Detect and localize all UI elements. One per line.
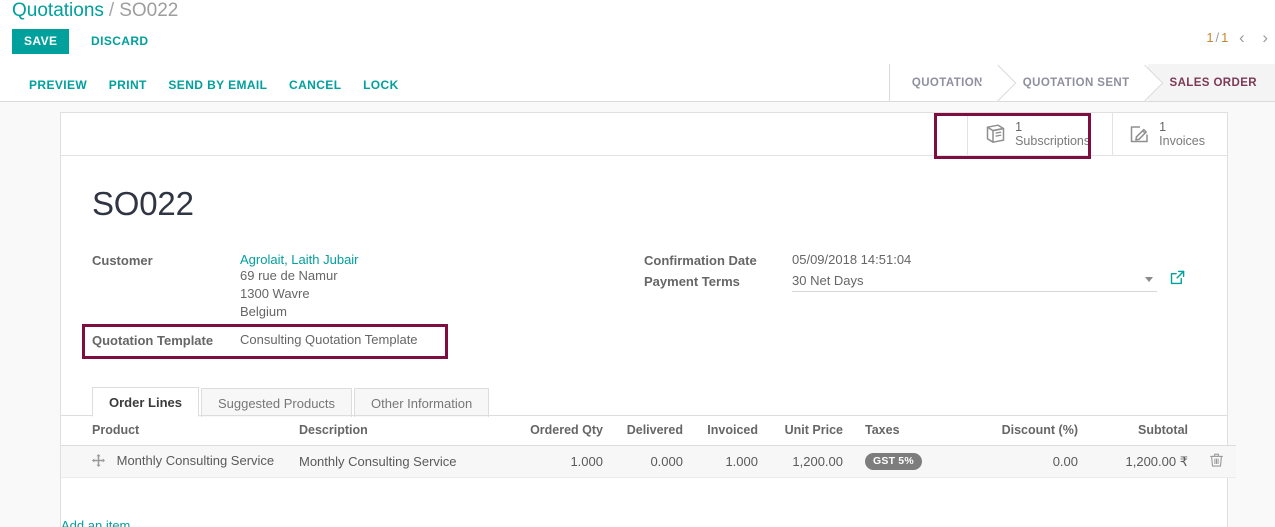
record-sheet: 1 Subscriptions 1 Invoices SO022 Custome… [60,112,1236,527]
field-customer: Customer Agrolait, Laith Jubair 69 rue d… [92,252,612,321]
payment-terms-input[interactable]: 30 Net Days [792,270,1185,292]
breadcrumb: Quotations / SO022 [12,0,178,22]
order-lines-panel: Product Description Ordered Qty Delivere… [61,416,1236,527]
confirmation-date-label: Confirmation Date [644,253,757,268]
column-header-delivered: Delivered [611,416,691,446]
cell-delivered[interactable]: 0.000 [611,445,691,478]
column-header-subtotal: Subtotal [1086,416,1196,446]
control-bar-actions: PREVIEW PRINT SEND BY EMAIL CANCEL LOCK [20,75,408,95]
chevron-down-icon[interactable] [1145,277,1153,282]
cell-invoiced[interactable]: 1.000 [691,445,766,478]
save-button[interactable]: SAVE [12,29,70,54]
column-header-actions [1196,416,1236,446]
quotation-template-label: Quotation Template [92,333,214,348]
field-group-right: Confirmation Date 05/09/2018 14:51:04 Pa… [644,252,1189,296]
customer-address-line-3: Belgium [240,304,287,319]
stage-sales-order[interactable]: SALES ORDER [1147,64,1275,101]
cell-subtotal: 1,200.00 ₹ [1086,445,1196,478]
confirmation-date-value: 05/09/2018 14:51:04 [792,252,912,267]
customer-address-line-2: 1300 Wavre [240,286,310,301]
table-row[interactable]: Monthly Consulting Service Monthly Consu… [61,445,1236,478]
cell-product[interactable]: Monthly Consulting Service [61,445,291,478]
customer-label: Customer [92,253,153,268]
column-header-unit-price: Unit Price [766,416,851,446]
stat-subscriptions-text: 1 Subscriptions [1015,120,1090,149]
pager-next-icon[interactable]: › [1255,28,1275,48]
external-link-icon[interactable] [1170,270,1185,288]
pager-previous-icon[interactable]: ‹ [1232,28,1252,48]
tab-other-information[interactable]: Other Information [354,388,490,417]
cell-product-text: Monthly Consulting Service [116,453,275,468]
payment-terms-value: 30 Net Days [792,273,864,288]
stat-button-invoices[interactable]: 1 Invoices [1112,113,1227,155]
stage-quotation[interactable]: QUOTATION [889,64,1001,101]
pager-separator: / [1215,30,1220,45]
move-handle-icon[interactable] [92,454,105,470]
column-header-taxes: Taxes [851,416,981,446]
cell-ordered-qty[interactable]: 1.000 [506,445,611,478]
add-an-item-link[interactable]: Add an item [30,510,161,527]
cell-description[interactable]: Monthly Consulting Service [291,445,506,478]
lock-button[interactable]: LOCK [354,75,408,95]
pager-total: 1 [1221,30,1229,45]
notebook: Order Lines Suggested Products Other Inf… [61,384,1236,527]
breadcrumb-parent-link[interactable]: Quotations [12,0,104,21]
discard-button[interactable]: DISCARD [81,29,158,54]
page-title: SO022 [92,185,194,222]
book-icon [984,124,1006,144]
preview-button[interactable]: PREVIEW [20,75,96,95]
send-by-email-button[interactable]: SEND BY EMAIL [159,75,276,95]
stage-quotation-sent[interactable]: QUOTATION SENT [1000,64,1148,101]
column-header-description: Description [291,416,506,446]
control-bar: PREVIEW PRINT SEND BY EMAIL CANCEL LOCK … [0,64,1275,102]
field-confirmation-date: Confirmation Date 05/09/2018 14:51:04 [644,252,1189,268]
print-button[interactable]: PRINT [100,75,156,95]
quotation-template-value[interactable]: Consulting Quotation Template [240,332,418,348]
column-header-ordered-qty: Ordered Qty [506,416,611,446]
cell-discount[interactable]: 0.00 [981,445,1086,478]
cell-delete[interactable] [1196,445,1236,478]
order-lines-table: Product Description Ordered Qty Delivere… [61,416,1236,478]
tab-suggested-products[interactable]: Suggested Products [200,388,353,417]
pencil-square-icon [1129,124,1150,144]
column-header-discount: Discount (%) [981,416,1086,446]
payment-terms-label: Payment Terms [644,274,740,289]
status-badge: GST 5% [865,453,922,470]
trash-icon[interactable] [1209,453,1223,470]
breadcrumb-separator: / [108,0,115,21]
stat-button-subscriptions[interactable]: 1 Subscriptions [967,113,1112,155]
stat-subscriptions-value: 1 [1015,119,1023,134]
tab-list: Order Lines Suggested Products Other Inf… [92,384,1227,417]
stat-invoices-value: 1 [1159,119,1167,134]
customer-address-line-1: 69 rue de Namur [240,268,338,283]
pager: 1/1 ‹ › [1206,28,1275,48]
stat-invoices-text: 1 Invoices [1159,120,1205,149]
customer-value-block: Agrolait, Laith Jubair 69 rue de Namur 1… [240,252,359,321]
top-bar: Quotations / SO022 SAVE DISCARD 1/1 ‹ › [0,0,1275,64]
status-bar: QUOTATION QUOTATION SENT SALES ORDER [888,64,1275,101]
field-quotation-template: Quotation Template Consulting Quotation … [92,332,418,348]
tab-order-lines[interactable]: Order Lines [92,387,199,417]
customer-name-link[interactable]: Agrolait, Laith Jubair [240,252,359,267]
pager-current: 1 [1206,30,1214,45]
stat-subscriptions-label: Subscriptions [1015,134,1091,148]
field-payment-terms: Payment Terms 30 Net Days [644,270,1189,292]
stat-invoices-label: Invoices [1159,134,1205,148]
tab-underline [61,415,1227,416]
table-header-row: Product Description Ordered Qty Delivere… [61,416,1236,446]
cancel-button[interactable]: CANCEL [280,75,350,95]
column-header-invoiced: Invoiced [691,416,766,446]
field-group-left: Customer Agrolait, Laith Jubair 69 rue d… [92,252,612,325]
cell-taxes[interactable]: GST 5% [851,445,981,478]
record-action-buttons: SAVE DISCARD [12,29,158,54]
column-header-product: Product [61,416,291,446]
breadcrumb-current: SO022 [119,0,179,21]
stat-button-strip: 1 Subscriptions 1 Invoices [61,113,1227,156]
cell-unit-price[interactable]: 1,200.00 [766,445,851,478]
